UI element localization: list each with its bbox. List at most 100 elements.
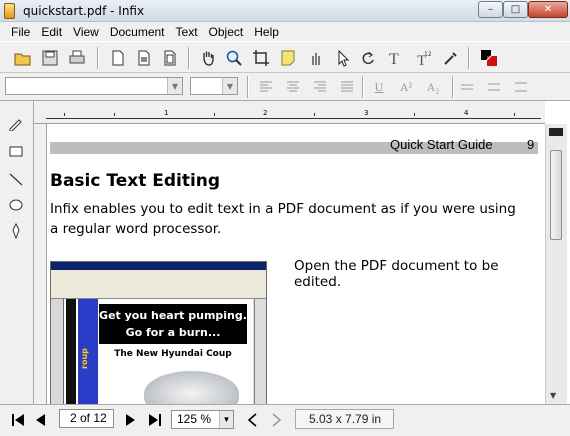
line-spacing-single-icon[interactable] [458,78,476,96]
toolbar-separator [452,76,454,98]
first-page-icon[interactable] [8,410,28,430]
toolbar-separator [97,47,99,69]
svg-text:T: T [389,51,399,67]
document-page[interactable]: Quick Start Guide 9 Basic Text Editing I… [47,124,545,404]
hand-icon[interactable] [197,47,219,69]
toolbar-separator [468,47,470,69]
font-size-select[interactable]: ▼ [190,77,238,95]
crop-icon[interactable] [250,47,272,69]
line-icon[interactable] [6,169,26,189]
page-extract-icon[interactable] [159,47,181,69]
menu-text[interactable]: Text [171,25,204,39]
vertical-ruler [34,124,47,404]
scrollbar-top-marker [549,128,563,136]
zoom-select[interactable]: 125 % ▼ [171,410,234,429]
color-icon[interactable] [478,47,500,69]
mini-headline: Get you heart pumping. Go for a burn... [99,304,247,344]
select-icon[interactable] [332,47,354,69]
ruler-label: 4 [464,109,469,117]
open-icon[interactable] [12,47,34,69]
maximize-button[interactable]: □ [503,1,528,18]
text-flow-icon[interactable]: T123 [412,47,434,69]
ruler-tick [314,113,315,116]
ruler-tick [64,113,65,116]
print-icon[interactable] [66,47,88,69]
page-number-field[interactable]: 2 of 12 [59,409,114,428]
mini-toolbar [51,277,266,299]
line-spacing-wide-icon[interactable] [512,78,530,96]
note-icon[interactable] [277,47,299,69]
next-page-icon[interactable] [120,410,140,430]
step-text: Open the PDF document to be edited. [294,258,499,290]
mini-car-image [144,371,239,404]
rotate-icon[interactable] [357,47,379,69]
align-justify-icon[interactable] [338,78,356,96]
eyedropper-icon[interactable] [440,47,462,69]
menu-document[interactable]: Document [105,25,171,39]
infix-app-icon [4,3,15,19]
page-header-number: 9 [527,137,535,152]
mini-headline-line1: Get you heart pumping. [99,309,247,322]
align-left-icon[interactable] [257,78,275,96]
horizontal-ruler: 1 2 3 4 [34,101,545,124]
underline-button[interactable]: U [370,78,388,96]
last-page-icon[interactable] [145,410,165,430]
mini-black-strip [66,299,76,404]
scrollbar-thumb[interactable] [550,150,562,240]
font-family-select[interactable]: ▼ [5,77,183,95]
main-toolbar: T T123 [0,41,570,73]
page-icon[interactable] [107,47,129,69]
text-tool-icon[interactable]: T [384,47,406,69]
section-heading: Basic Text Editing [50,171,221,191]
mini-vertical-text: roup [80,348,89,369]
mini-headline-line2: Go for a burn... [125,326,221,339]
pen-icon[interactable] [6,113,26,133]
line-spacing-double-icon[interactable] [485,78,503,96]
page-insert-icon[interactable] [133,47,155,69]
pan-icon[interactable] [305,47,327,69]
mini-subheadline: The New Hyundai Coup [114,349,232,359]
left-toolbar [0,101,34,404]
back-icon[interactable] [243,410,263,430]
vertical-scrollbar[interactable]: ▼ [545,124,567,404]
ellipse-icon[interactable] [6,195,26,215]
previous-page-icon[interactable] [31,410,51,430]
mini-title-bar [51,262,266,270]
superscript-button[interactable]: A² [397,78,415,96]
page-size-display: 5.03 x 7.79 in [295,409,394,429]
menu-view[interactable]: View [68,25,105,39]
rectangle-icon[interactable] [6,141,26,161]
ruler-label: 3 [364,109,369,117]
chevron-down-icon: ▼ [167,78,182,94]
close-button[interactable]: ✕ [528,1,568,18]
freehand-pen-icon[interactable] [6,221,26,241]
forward-icon[interactable] [266,410,286,430]
ruler-tick [214,113,215,116]
title-bar: quickstart.pdf - Infix – □ ✕ [0,0,570,22]
save-icon[interactable] [39,47,61,69]
zoom-value: 125 % [177,412,212,426]
mini-scrollbar [254,299,266,404]
mini-menu-bar [51,270,266,277]
toolbar-separator [188,47,190,69]
chevron-down-icon: ▼ [219,411,233,428]
zoom-icon[interactable] [223,47,245,69]
ruler-tick [114,113,115,116]
subscript-button[interactable]: A₂ [424,78,442,96]
align-center-icon[interactable] [284,78,302,96]
menu-object[interactable]: Object [204,25,250,39]
embedded-screenshot: Get you heart pumping. Go for a burn... … [50,261,267,404]
menu-bar: File Edit View Document Text Object Help [0,22,570,41]
ruler-tick [514,113,515,116]
ruler-label: 1 [164,109,169,117]
menu-file[interactable]: File [6,25,36,39]
scroll-down-icon[interactable]: ▼ [550,391,556,400]
chevron-down-icon: ▼ [222,78,237,94]
align-right-icon[interactable] [311,78,329,96]
window-title: quickstart.pdf - Infix [23,4,145,18]
menu-edit[interactable]: Edit [36,25,68,39]
toolbar-separator [247,76,249,98]
menu-help[interactable]: Help [249,25,285,39]
minimize-button[interactable]: – [478,1,503,18]
ruler-baseline [46,118,541,119]
